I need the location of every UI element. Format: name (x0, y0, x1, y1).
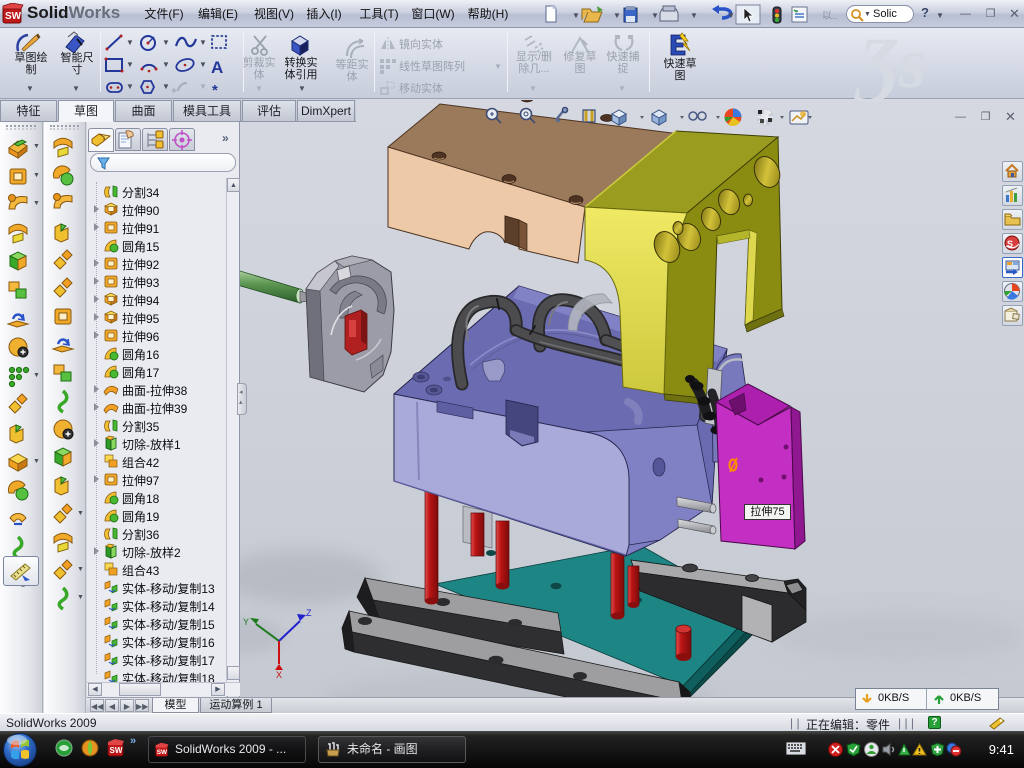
svg-text:SW: SW (157, 749, 168, 756)
svg-text:A: A (211, 58, 223, 77)
svg-text:SW: SW (5, 11, 22, 22)
svg-text:Y: Y (243, 617, 249, 627)
svg-text:X: X (276, 670, 282, 680)
svg-text:*: * (212, 82, 218, 97)
svg-text:SW: SW (110, 746, 123, 755)
svg-text:以..: 以.. (822, 11, 838, 22)
svg-text:Z: Z (306, 608, 312, 618)
